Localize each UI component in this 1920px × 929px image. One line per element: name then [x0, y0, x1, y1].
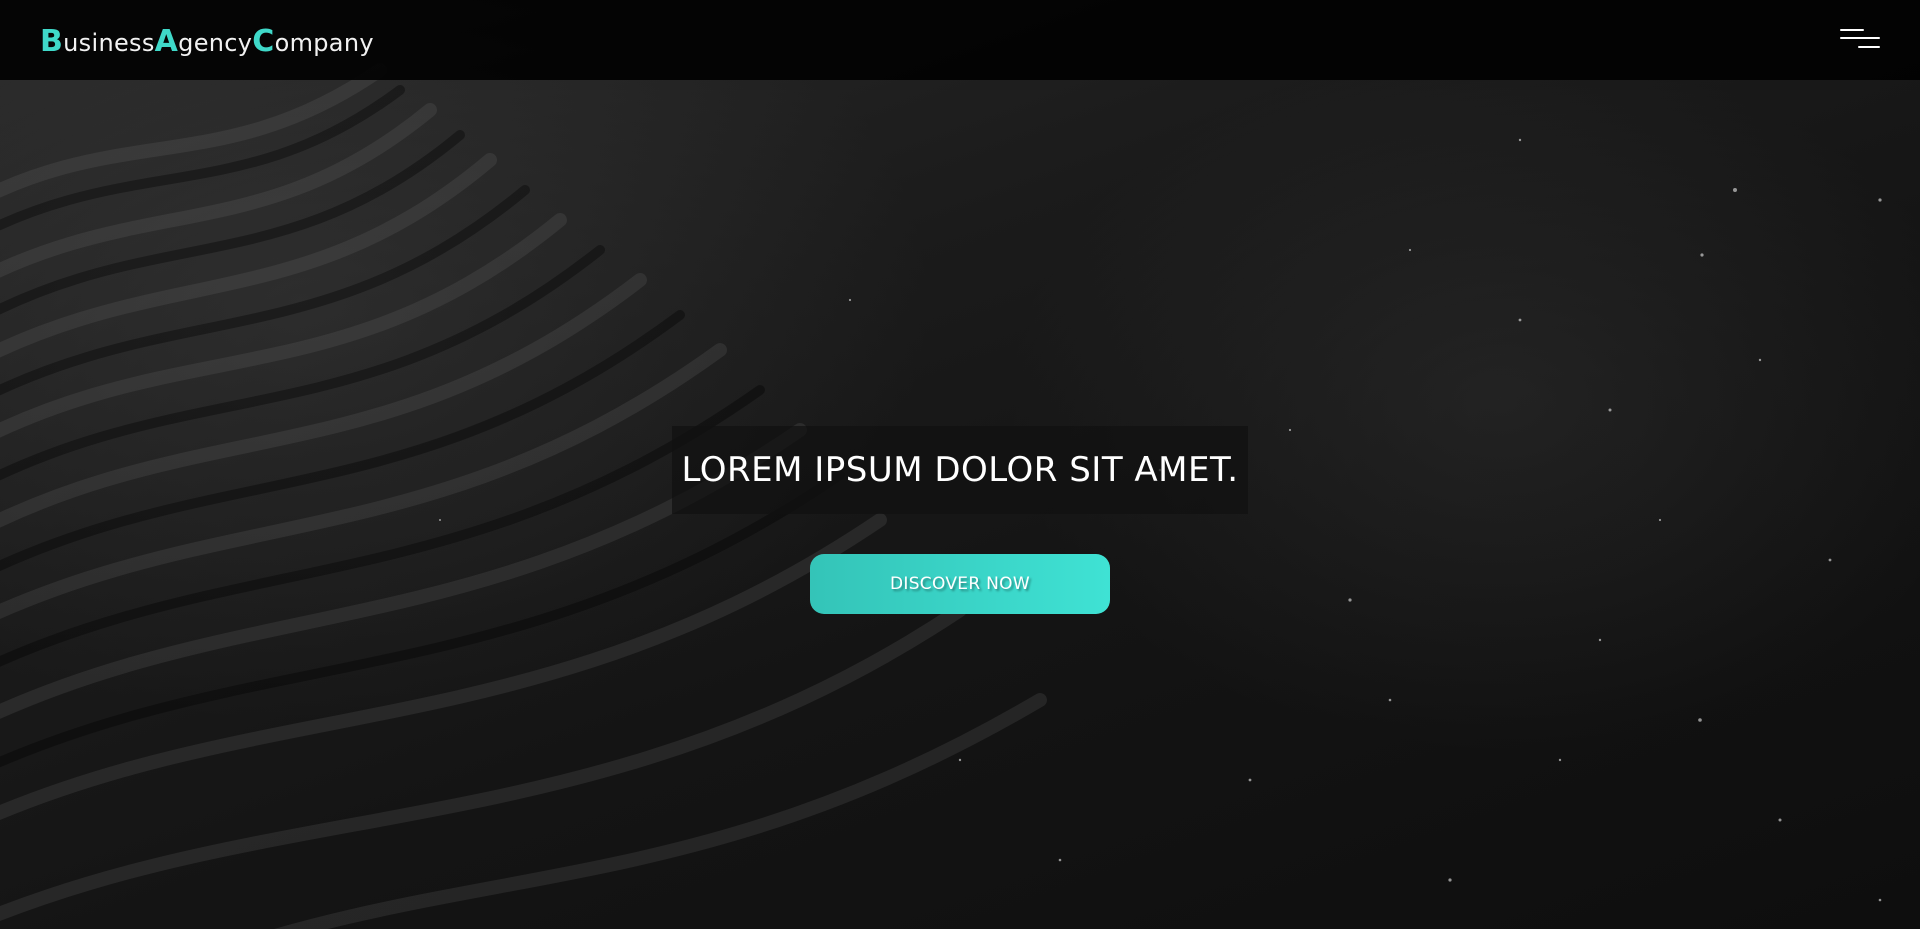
menu-line-bottom: [1858, 46, 1880, 48]
site-header: BusinessAgencyCompany: [0, 0, 1920, 80]
hamburger-menu-icon[interactable]: [1838, 27, 1882, 55]
logo-text-ompany: ompany: [274, 29, 374, 57]
menu-line-middle: [1840, 37, 1880, 39]
brand-logo[interactable]: BusinessAgencyCompany: [40, 24, 374, 59]
logo-letter-c: C: [252, 24, 275, 59]
logo-letter-a: A: [154, 24, 179, 59]
discover-now-label: DISCOVER NOW: [890, 574, 1030, 594]
menu-line-top: [1840, 29, 1864, 31]
hero-headline: LOREM IPSUM DOLOR SIT AMET.: [681, 450, 1239, 490]
logo-text-usiness: usiness: [63, 29, 155, 57]
landing-page: BusinessAgencyCompany LOREM IPSUM DOLOR …: [0, 0, 1920, 929]
logo-letter-b: B: [40, 24, 64, 59]
hero-headline-box: LOREM IPSUM DOLOR SIT AMET.: [672, 426, 1248, 514]
discover-now-button[interactable]: DISCOVER NOW: [810, 554, 1110, 614]
logo-text-gency: gency: [178, 29, 253, 57]
